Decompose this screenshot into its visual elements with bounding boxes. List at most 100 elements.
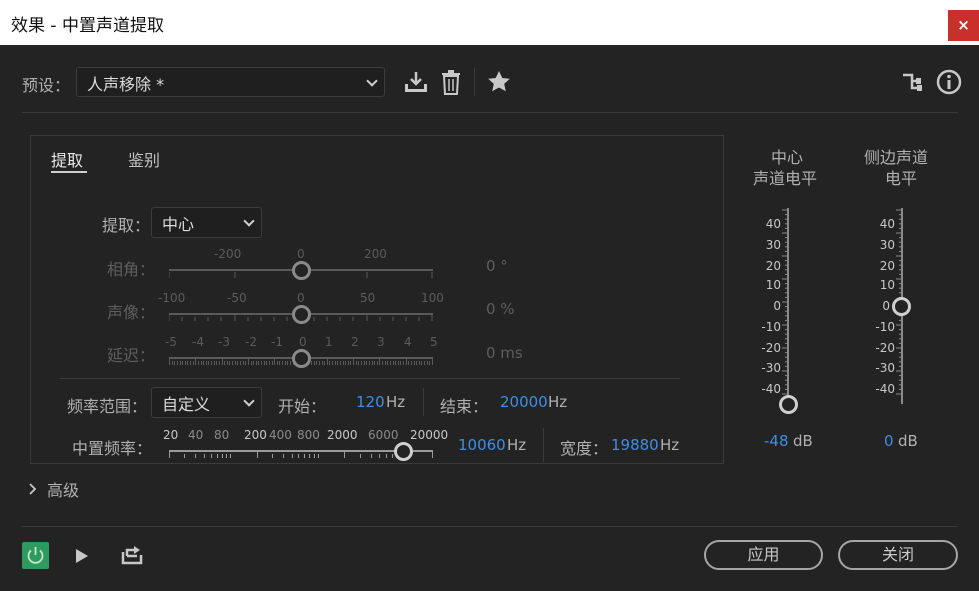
delay-tick-label: 4 <box>404 335 412 349</box>
side-meter-tick: -20 <box>875 341 895 355</box>
favorite-star-icon[interactable] <box>487 70 511 97</box>
center-freq-tick-label: 800 <box>297 428 320 442</box>
center-freq-tick-label: 20 <box>163 428 179 442</box>
center-freq-slider-knob[interactable] <box>394 442 413 461</box>
tab-extract-underline <box>51 171 87 173</box>
tab-discriminate[interactable]: 鉴别 <box>128 147 160 171</box>
pan-tick-label: 100 <box>421 291 444 305</box>
divider <box>543 428 544 462</box>
pan-tick-label: 50 <box>360 291 376 305</box>
center-level-knob[interactable] <box>779 395 798 414</box>
phase-slider-knob[interactable] <box>292 261 311 280</box>
side-level-value[interactable]: 0 <box>884 432 894 450</box>
center-meter-tick: -20 <box>761 341 781 355</box>
close-button[interactable]: 关闭 <box>838 540 958 570</box>
delay-tick-label: -2 <box>245 335 257 349</box>
extract-label: 提取： <box>102 216 151 235</box>
width-label: 宽度： <box>560 439 609 458</box>
side-meter-tick: -40 <box>875 382 895 396</box>
power-button[interactable] <box>22 542 49 569</box>
pan-tick-label: 0 <box>297 291 305 305</box>
center-freq-tick-label: 2000 <box>327 428 358 442</box>
phase-tick-label: 0 <box>297 247 305 261</box>
delay-tick-label: 2 <box>351 335 359 349</box>
delay-tick-label: -3 <box>218 335 230 349</box>
center-meter-tick: 40 <box>765 217 781 231</box>
pan-value: 0 % <box>486 300 515 318</box>
center-meter-title: 声道电平 <box>753 169 818 188</box>
extract-value: 中心 <box>162 215 195 234</box>
routing-icon[interactable] <box>902 72 924 96</box>
start-value[interactable]: 120 <box>356 393 385 411</box>
delay-tick-label: -1 <box>271 335 283 349</box>
delay-tick-label: -4 <box>192 335 204 349</box>
close-window-button[interactable]: × <box>948 10 979 41</box>
save-preset-icon[interactable] <box>403 70 429 98</box>
side-level-unit: dB <box>898 432 918 450</box>
end-label: 结束： <box>440 397 489 416</box>
freq-range-label: 频率范围： <box>67 397 148 416</box>
center-level-value[interactable]: -48 <box>764 432 789 450</box>
center-meter-tick: -30 <box>761 361 781 375</box>
center-meter-tick: 20 <box>765 259 781 273</box>
center-meter-tick: 10 <box>765 278 781 292</box>
panel-divider <box>60 378 680 379</box>
delay-tick-label: 3 <box>377 335 385 349</box>
center-level-unit: dB <box>793 432 813 450</box>
delete-preset-icon[interactable] <box>441 69 461 99</box>
center-meter-tick: 0 <box>773 299 781 313</box>
preset-value: 人声移除 * <box>87 75 165 94</box>
phase-value: 0 ° <box>486 257 508 275</box>
center-freq-tick-label: 6000 <box>368 428 399 442</box>
side-meter-tick: 30 <box>879 238 895 252</box>
center-freq-tick-label: 40 <box>188 428 204 442</box>
delay-tick-label: 0 <box>299 335 307 349</box>
preset-label: 预设： <box>22 76 71 95</box>
delay-value: 0 ms <box>486 344 523 362</box>
end-unit: Hz <box>548 393 568 411</box>
pan-tick-label: -50 <box>227 291 247 305</box>
info-icon[interactable] <box>936 69 962 99</box>
side-meter-tick: 20 <box>879 259 895 273</box>
center-freq-tick-label: 80 <box>214 428 230 442</box>
advanced-toggle[interactable]: 高级 <box>47 477 79 501</box>
chevron-down-icon <box>243 395 255 407</box>
freq-range-value: 自定义 <box>162 395 211 414</box>
phase-label: 相角： <box>107 260 156 279</box>
delay-tick-label: -5 <box>165 335 177 349</box>
delay-slider-knob[interactable] <box>292 349 311 368</box>
extract-dropdown[interactable]: 中心 <box>151 207 262 238</box>
tab-extract[interactable]: 提取 <box>51 147 83 171</box>
center-freq-tick-label: 200 <box>244 428 267 442</box>
phase-tick-label: 200 <box>364 247 387 261</box>
pan-tick-label: -100 <box>158 291 186 305</box>
end-value[interactable]: 20000 <box>500 393 548 411</box>
side-level-knob[interactable] <box>892 297 911 316</box>
side-meter-tick: -10 <box>875 320 895 334</box>
apply-button[interactable]: 应用 <box>704 540 823 570</box>
window-title: 效果 - 中置声道提取 <box>11 16 164 36</box>
center-meter-tick: -40 <box>761 382 781 396</box>
preset-dropdown[interactable]: 人声移除 * <box>76 67 385 97</box>
center-freq-tick-label: 20000 <box>410 428 449 442</box>
chevron-right-icon[interactable] <box>29 480 37 499</box>
center-meter-tick: -10 <box>761 320 781 334</box>
chevron-down-icon <box>366 75 378 87</box>
side-meter-tick: -30 <box>875 361 895 375</box>
loop-export-icon[interactable] <box>120 544 144 570</box>
freq-range-dropdown[interactable]: 自定义 <box>151 387 262 418</box>
delay-tick-label: 5 <box>430 335 438 349</box>
play-icon[interactable] <box>74 547 90 569</box>
side-meter-title: 电平 <box>885 169 918 188</box>
side-meter-tick: 0 <box>882 299 890 313</box>
pan-label: 声像： <box>107 303 156 322</box>
delay-tick-label: 1 <box>325 335 333 349</box>
width-unit: Hz <box>660 436 680 454</box>
pan-slider-knob[interactable] <box>292 305 311 324</box>
center-freq-value[interactable]: 10060 <box>458 436 506 454</box>
start-label: 开始： <box>278 397 327 416</box>
toolbar-divider <box>474 68 475 96</box>
center-freq-tick-label: 400 <box>269 428 292 442</box>
width-value[interactable]: 19880 <box>611 436 659 454</box>
phase-tick-label: -200 <box>214 247 242 261</box>
